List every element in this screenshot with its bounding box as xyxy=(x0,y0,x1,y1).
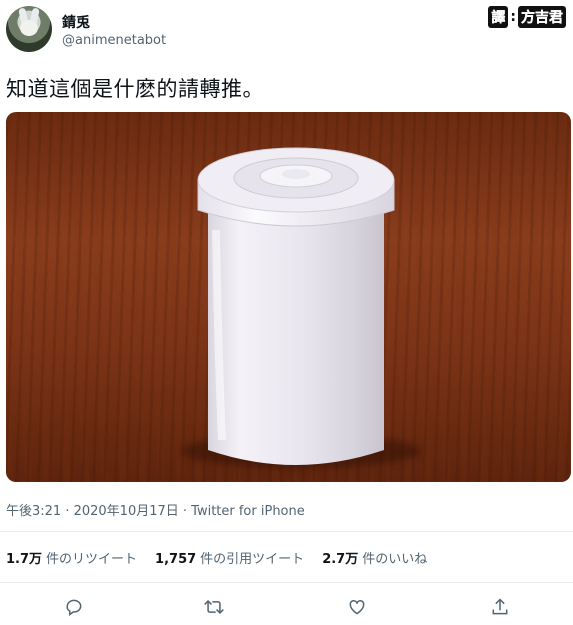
retweet-icon[interactable] xyxy=(203,596,225,618)
user-handle[interactable]: @animenetabot xyxy=(62,33,166,48)
credit-name: 方吉君 xyxy=(518,6,566,28)
film-canister-image xyxy=(197,147,395,465)
retweet-count[interactable]: 1.7万 件のリツイート xyxy=(6,548,137,567)
divider-top xyxy=(0,531,573,532)
credit-separator: : xyxy=(510,9,516,25)
avatar-face xyxy=(20,20,38,36)
tweet-photo[interactable] xyxy=(6,112,571,482)
tweet-text: 知道這個是什麽的請轉推。 xyxy=(6,77,264,101)
quote-count[interactable]: 1,757 件の引用ツイート xyxy=(155,548,304,567)
credit-prefix: 譯 xyxy=(488,6,509,28)
tweet-stats: 1.7万 件のリツイート 1,757 件の引用ツイート 2.7万 件のいいね xyxy=(6,548,445,567)
share-icon[interactable] xyxy=(489,596,511,618)
translator-credit: 譯 : 方吉君 xyxy=(488,6,566,28)
tweet-timestamp[interactable]: 午後3:21 · 2020年10月17日 · Twitter for iPhon… xyxy=(6,500,305,519)
avatar[interactable] xyxy=(6,6,52,52)
like-icon[interactable] xyxy=(346,596,368,618)
display-name[interactable]: 錆兎 xyxy=(62,12,90,32)
like-count[interactable]: 2.7万 件のいいね xyxy=(322,548,427,567)
tweet-header: 錆兎 @animenetabot 譯 : 方吉君 xyxy=(0,0,573,64)
reply-icon[interactable] xyxy=(63,596,85,618)
divider-bottom xyxy=(0,582,573,583)
tweet-actions xyxy=(0,596,573,620)
